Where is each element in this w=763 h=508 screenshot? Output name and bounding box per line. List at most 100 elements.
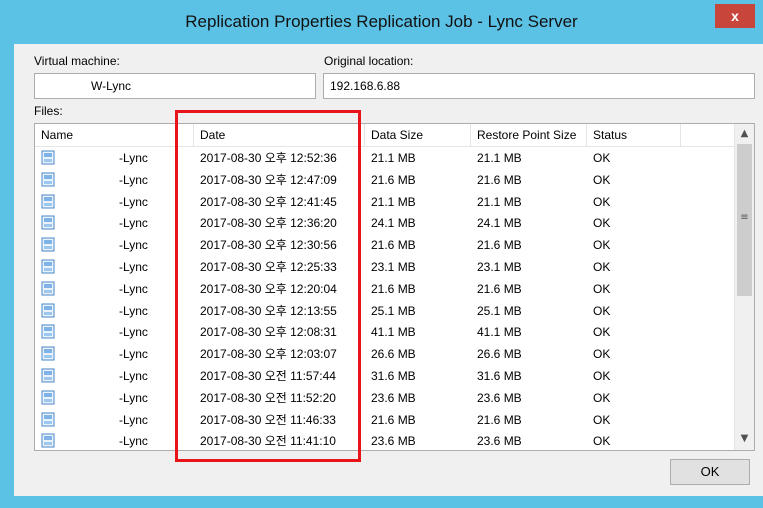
scroll-thumb[interactable]: ≡ <box>737 144 752 296</box>
cell-status: OK <box>593 194 611 209</box>
column-header-data-size[interactable]: Data Size <box>365 124 471 146</box>
cell-rp-size: 23.6 MB <box>477 390 522 405</box>
vm-file-icon <box>41 303 55 318</box>
table-row[interactable]: -Lync 2017-08-30 오후 12:13:55 25.1 MB 25.1 M… <box>35 300 750 322</box>
cell-rp-size: 21.6 MB <box>477 238 522 253</box>
cell-rp-size: 25.1 MB <box>477 303 522 318</box>
cell-rp-size: 26.6 MB <box>477 347 522 362</box>
scroll-down-icon[interactable]: ▼ <box>737 430 752 447</box>
vm-field[interactable]: W-Lync <box>34 73 316 99</box>
table-row[interactable]: -Lync 2017-08-30 오후 12:36:20 24.1 MB 24.1 M… <box>35 212 750 234</box>
table-row[interactable]: -Lync 2017-08-30 오전 11:57:44 31.6 MB 31.6 M… <box>35 365 750 387</box>
cell-name: -Lync <box>35 321 194 343</box>
files-list[interactable]: Name Date Data Size Restore Point Size S… <box>34 123 755 451</box>
cell-name-text: -Lync <box>119 151 148 165</box>
table-row[interactable]: -Lync 2017-08-30 오전 11:52:20 23.6 MB 23.6 M… <box>35 387 750 409</box>
cell-rp-size: 41.1 MB <box>477 325 522 340</box>
vm-file-icon <box>41 215 55 230</box>
cell-name: -Lync <box>35 343 194 365</box>
cell-status: OK <box>593 260 611 274</box>
table-row[interactable]: -Lync 2017-08-30 오후 12:25:33 23.1 MB 23.1 M… <box>35 256 750 278</box>
cell-data-size: 23.6 MB <box>371 434 416 449</box>
cell-name-text: -Lync <box>119 238 148 253</box>
table-row[interactable]: -Lync 2017-08-30 오후 12:20:04 21.6 MB 21.6 M… <box>35 278 750 300</box>
vm-file-icon <box>41 281 55 296</box>
column-header-name[interactable]: Name <box>35 124 194 146</box>
cell-name: -Lync <box>35 147 194 169</box>
cell-name: -Lync <box>35 191 194 213</box>
cell-name-text: -Lync <box>119 369 148 383</box>
vm-file-icon <box>41 237 55 252</box>
cell-name: -Lync <box>35 212 194 234</box>
vm-label: Virtual machine: <box>34 54 120 68</box>
cell-status: OK <box>593 216 611 231</box>
cell-rp-size: 23.1 MB <box>477 260 522 274</box>
cell-data-size: 21.6 MB <box>371 281 416 296</box>
ok-button[interactable]: OK <box>670 459 750 485</box>
vm-file-icon <box>41 368 55 383</box>
cell-name-text: -Lync <box>119 216 148 231</box>
redaction <box>59 279 121 298</box>
vm-file-icon <box>41 172 55 187</box>
cell-status: OK <box>593 238 611 253</box>
cell-status: OK <box>593 151 611 165</box>
cell-data-size: 21.1 MB <box>371 151 416 165</box>
column-header-status[interactable]: Status <box>587 124 681 146</box>
cell-data-size: 31.6 MB <box>371 369 416 383</box>
vm-file-icon <box>41 324 55 339</box>
cell-name: -Lync <box>35 234 194 256</box>
cell-rp-size: 23.6 MB <box>477 434 522 449</box>
cell-name-text: -Lync <box>119 281 148 296</box>
table-row[interactable]: -Lync 2017-08-30 오후 12:30:56 21.6 MB 21.6 M… <box>35 234 750 256</box>
table-row[interactable]: -Lync 2017-08-30 오전 11:46:33 21.6 MB 21.6 M… <box>35 409 750 431</box>
cell-data-size: 25.1 MB <box>371 303 416 318</box>
cell-rp-size: 21.6 MB <box>477 412 522 427</box>
table-row[interactable]: -Lync 2017-08-30 오전 11:41:10 23.6 MB 23.6 M… <box>35 430 750 450</box>
cell-data-size: 21.6 MB <box>371 172 416 187</box>
cell-name: -Lync <box>35 409 194 431</box>
location-field[interactable]: 192.168.6.88 <box>323 73 755 99</box>
table-row[interactable]: -Lync 2017-08-30 오후 12:52:36 21.1 MB 21.1 M… <box>35 147 750 169</box>
location-label: Original location: <box>324 54 414 68</box>
redaction <box>59 149 121 167</box>
cell-name-text: -Lync <box>119 172 148 187</box>
date-column-highlight-annotation <box>175 110 361 462</box>
redaction <box>59 214 121 233</box>
files-label: Files: <box>34 104 63 118</box>
cell-data-size: 21.6 MB <box>371 412 416 427</box>
cell-rp-size: 21.1 MB <box>477 151 522 165</box>
title-bar[interactable]: Replication Properties Replication Job -… <box>0 0 763 44</box>
cell-name-text: -Lync <box>119 303 148 318</box>
cell-rp-size: 24.1 MB <box>477 216 522 231</box>
cell-data-size: 23.6 MB <box>371 390 416 405</box>
table-row[interactable]: -Lync 2017-08-30 오후 12:03:07 26.6 MB 26.6 M… <box>35 343 750 365</box>
vm-file-icon <box>41 259 55 274</box>
cell-data-size: 24.1 MB <box>371 216 416 231</box>
column-header-restore-point-size[interactable]: Restore Point Size <box>471 124 587 146</box>
scroll-up-icon[interactable]: ▲ <box>737 125 752 142</box>
cell-data-size: 21.1 MB <box>371 194 416 209</box>
close-button[interactable]: x <box>715 4 755 28</box>
cell-data-size: 26.6 MB <box>371 347 416 362</box>
dialog-window: Replication Properties Replication Job -… <box>0 0 763 508</box>
cell-name-text: -Lync <box>119 347 148 362</box>
redaction <box>36 75 90 97</box>
cell-name-text: -Lync <box>119 412 148 427</box>
redaction <box>59 367 121 385</box>
list-header: Name Date Data Size Restore Point Size S… <box>35 124 750 147</box>
cell-name-text: -Lync <box>119 434 148 449</box>
cell-data-size: 41.1 MB <box>371 325 416 340</box>
cell-name: -Lync <box>35 256 194 278</box>
redaction <box>59 258 121 276</box>
cell-status: OK <box>593 303 611 318</box>
cell-status: OK <box>593 347 611 362</box>
cell-status: OK <box>593 434 611 449</box>
table-row[interactable]: -Lync 2017-08-30 오후 12:08:31 41.1 MB 41.1 M… <box>35 321 750 343</box>
table-row[interactable]: -Lync 2017-08-30 오후 12:47:09 21.6 MB 21.6 M… <box>35 169 750 191</box>
table-row[interactable]: -Lync 2017-08-30 오후 12:41:45 21.1 MB 21.1 M… <box>35 191 750 213</box>
cell-data-size: 23.1 MB <box>371 260 416 274</box>
vertical-scrollbar[interactable]: ▲ ≡ ▼ <box>734 124 754 450</box>
vm-value: W-Lync <box>91 79 132 93</box>
cell-name: -Lync <box>35 365 194 387</box>
cell-status: OK <box>593 412 611 427</box>
